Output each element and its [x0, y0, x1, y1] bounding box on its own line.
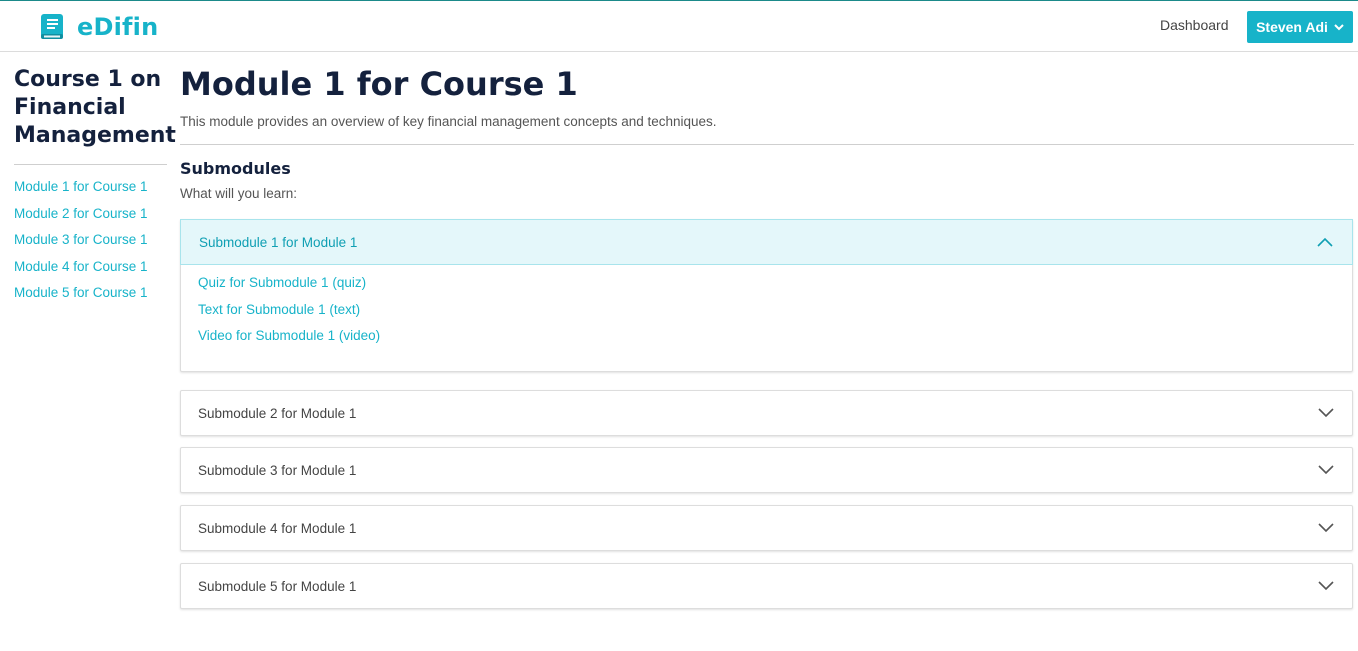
accordion-header-submodule-4[interactable]: Submodule 4 for Module 1: [181, 506, 1352, 550]
brand-logo[interactable]: eDifin: [40, 11, 158, 43]
chevron-down-icon: [1318, 406, 1334, 421]
video-link[interactable]: Video for Submodule 1 (video): [198, 328, 1335, 355]
top-navbar: eDifin Dashboard Steven Adi: [0, 0, 1358, 52]
sidebar-item-module-3[interactable]: Module 3 for Course 1: [14, 232, 167, 259]
submodule-accordion-5: Submodule 5 for Module 1: [180, 563, 1353, 609]
accordion-item: Submodule 2 for Module 1: [180, 390, 1353, 436]
chevron-down-icon: [1318, 579, 1334, 594]
accordion-item: Submodule 4 for Module 1: [180, 505, 1353, 551]
accordion-header-submodule-2[interactable]: Submodule 2 for Module 1: [181, 391, 1352, 435]
course-sidebar: Course 1 on Financial Management Module …: [14, 66, 176, 312]
text-link[interactable]: Text for Submodule 1 (text): [198, 302, 1335, 329]
submodules-subtitle: What will you learn:: [180, 186, 298, 201]
user-menu-button[interactable]: Steven Adi: [1247, 11, 1353, 43]
submodule-accordion-3: Submodule 3 for Module 1: [180, 447, 1353, 493]
chevron-down-icon: [1318, 521, 1334, 536]
user-name: Steven Adi: [1256, 19, 1328, 35]
accordion-item: Submodule 3 for Module 1: [180, 447, 1353, 493]
chevron-up-icon: [1317, 235, 1333, 250]
accordion-title: Submodule 2 for Module 1: [198, 405, 357, 421]
chevron-down-icon: [1334, 23, 1344, 31]
sidebar-item-module-2[interactable]: Module 2 for Course 1: [14, 206, 167, 233]
sidebar-item-module-5[interactable]: Module 5 for Course 1: [14, 285, 167, 312]
dashboard-link[interactable]: Dashboard: [1160, 17, 1229, 33]
accordion-header-submodule-3[interactable]: Submodule 3 for Module 1: [181, 448, 1352, 492]
quiz-link[interactable]: Quiz for Submodule 1 (quiz): [198, 275, 1335, 302]
course-title: Course 1 on Financial Management: [14, 66, 176, 165]
accordion-title: Submodule 5 for Module 1: [198, 578, 357, 594]
accordion-item: Submodule 1 for Module 1 Quiz for Submod…: [180, 219, 1353, 372]
submodule-accordion-1: Submodule 1 for Module 1 Quiz for Submod…: [180, 219, 1353, 372]
book-icon: [40, 13, 65, 41]
accordion-body: Quiz for Submodule 1 (quiz) Text for Sub…: [181, 264, 1352, 371]
module-content: Module 1 for Course 1 This module provid…: [180, 64, 1354, 201]
module-list: Module 1 for Course 1 Module 2 for Cours…: [14, 179, 167, 312]
chevron-down-icon: [1318, 463, 1334, 478]
accordion-title: Submodule 4 for Module 1: [198, 520, 357, 536]
accordion-item: Submodule 5 for Module 1: [180, 563, 1353, 609]
submodule-accordion-4: Submodule 4 for Module 1: [180, 505, 1353, 551]
page-title: Module 1 for Course 1: [180, 65, 578, 103]
sidebar-item-module-1[interactable]: Module 1 for Course 1: [14, 179, 167, 206]
module-description: This module provides an overview of key …: [180, 114, 1354, 145]
accordion-title: Submodule 3 for Module 1: [198, 462, 357, 478]
submodule-accordion-2: Submodule 2 for Module 1: [180, 390, 1353, 436]
accordion-header-submodule-1[interactable]: Submodule 1 for Module 1: [180, 219, 1353, 265]
sidebar-item-module-4[interactable]: Module 4 for Course 1: [14, 259, 167, 286]
accordion-title: Submodule 1 for Module 1: [199, 234, 358, 250]
accordion-header-submodule-5[interactable]: Submodule 5 for Module 1: [181, 564, 1352, 608]
submodules-heading: Submodules: [180, 159, 291, 178]
brand-name: eDifin: [77, 13, 159, 41]
